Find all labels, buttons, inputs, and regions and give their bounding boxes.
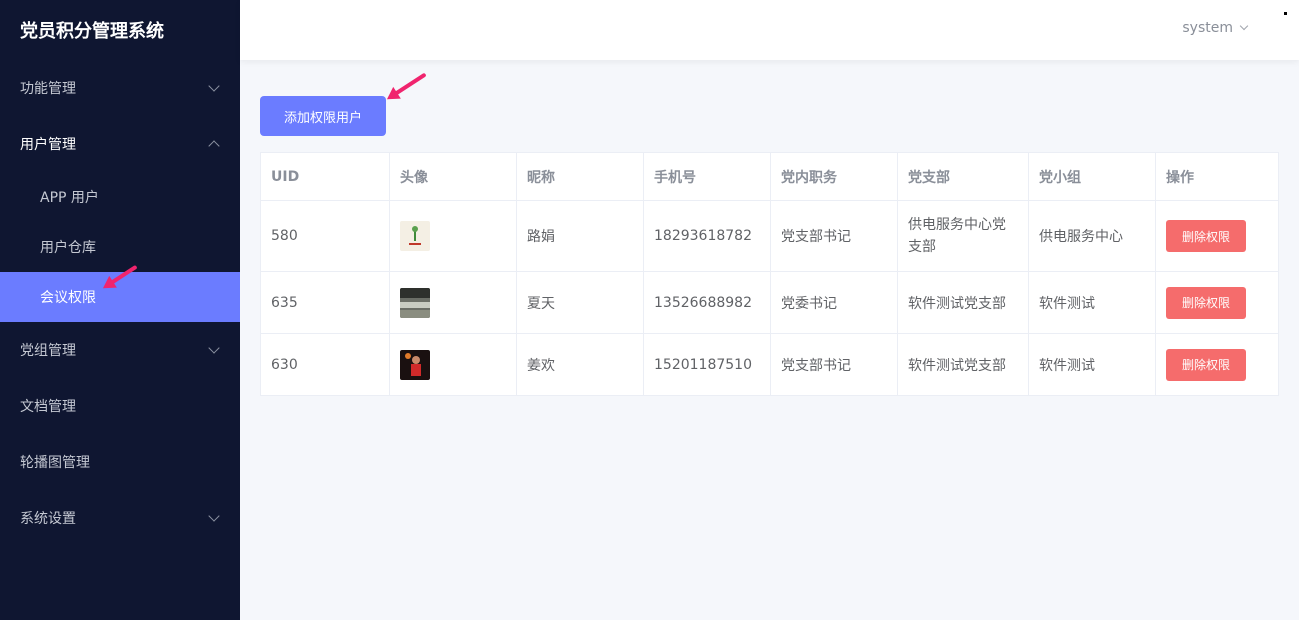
sidebar-subitem-label: 会议权限 <box>40 290 96 306</box>
column-header-phone: 手机号 <box>643 152 771 201</box>
sidebar-item-carousel-management[interactable]: 轮播图管理 <box>0 434 240 490</box>
cell-branch: 供电服务中心党支部 <box>897 200 1029 272</box>
sidebar: 党员积分管理系统 功能管理 用户管理 APP 用户 用户仓库 会议权限 党组管理… <box>0 0 240 620</box>
delete-permission-button[interactable]: 删除权限 <box>1166 348 1246 381</box>
column-header-group: 党小组 <box>1028 152 1156 201</box>
sidebar-subitem-label: APP 用户 <box>40 190 99 206</box>
sidebar-item-document-management[interactable]: 文档管理 <box>0 378 240 434</box>
cell-phone: 13526688982 <box>643 271 771 334</box>
avatar <box>400 349 430 380</box>
sidebar-item-user-management[interactable]: 用户管理 <box>0 116 240 172</box>
cell-uid: 635 <box>260 271 390 334</box>
chevron-down-icon <box>208 342 220 354</box>
add-permission-user-button[interactable]: 添加权限用户 <box>260 96 386 136</box>
app-title: 党员积分管理系统 <box>20 21 164 42</box>
column-header-uid: UID <box>260 152 390 201</box>
cell-nickname: 姜欢 <box>516 333 644 396</box>
sidebar-subitem-app-users[interactable]: APP 用户 <box>0 172 240 222</box>
chevron-down-icon <box>1239 21 1249 31</box>
avatar <box>400 221 430 251</box>
username: system <box>1182 20 1233 36</box>
permission-users-table: UID 头像 昵称 手机号 党内职务 党支部 党小组 操作 580 路娟 182… <box>260 152 1279 396</box>
delete-permission-button[interactable]: 删除权限 <box>1166 286 1246 319</box>
table-row: 630 姜欢 15201187510 党支部书记 软件测试党支部 软件测试 删除… <box>260 333 1279 396</box>
sidebar-item-party-group-management[interactable]: 党组管理 <box>0 322 240 378</box>
cell-group: 供电服务中心 <box>1028 200 1156 272</box>
cell-branch: 软件测试党支部 <box>897 333 1029 396</box>
cell-branch: 软件测试党支部 <box>897 271 1029 334</box>
cell-phone: 18293618782 <box>643 200 771 272</box>
cell-phone: 15201187510 <box>643 333 771 396</box>
chevron-down-icon <box>208 80 220 92</box>
sidebar-item-label: 文档管理 <box>20 399 76 415</box>
cell-avatar <box>389 271 517 334</box>
cell-action: 删除权限 <box>1155 333 1279 396</box>
branch-text: 供电服务中心党支部 <box>908 217 1006 255</box>
column-header-action: 操作 <box>1155 152 1279 201</box>
cell-uid: 630 <box>260 333 390 396</box>
cell-position: 党支部书记 <box>770 333 898 396</box>
cell-group: 软件测试 <box>1028 271 1156 334</box>
sidebar-item-label: 党组管理 <box>20 343 76 359</box>
table-row: 580 路娟 18293618782 党支部书记 供电服务中心党支部 供电服务中… <box>260 200 1279 272</box>
cell-avatar <box>389 200 517 272</box>
cell-uid: 580 <box>260 200 390 272</box>
avatar <box>400 287 430 318</box>
column-header-avatar: 头像 <box>389 152 517 201</box>
column-header-branch: 党支部 <box>897 152 1029 201</box>
sidebar-item-label: 系统设置 <box>20 511 76 527</box>
cell-action: 删除权限 <box>1155 271 1279 334</box>
delete-permission-button[interactable]: 删除权限 <box>1166 220 1246 252</box>
column-header-nickname: 昵称 <box>516 152 644 201</box>
chevron-down-icon <box>208 510 220 522</box>
user-dropdown[interactable]: system <box>1182 20 1249 36</box>
table-row: 635 夏天 13526688982 党委书记 软件测试党支部 软件测试 删除权… <box>260 271 1279 334</box>
chevron-up-icon <box>208 140 220 152</box>
annotation-arrow-icon <box>390 72 427 98</box>
top-header: system <box>240 0 1299 60</box>
sidebar-item-system-settings[interactable]: 系统设置 <box>0 490 240 546</box>
cell-group: 软件测试 <box>1028 333 1156 396</box>
sidebar-item-label: 轮播图管理 <box>20 455 90 471</box>
main-toolbar: 添加权限用户 <box>260 96 1279 136</box>
cell-nickname: 夏天 <box>516 271 644 334</box>
column-header-position: 党内职务 <box>770 152 898 201</box>
sidebar-subitem-label: 用户仓库 <box>40 240 96 256</box>
sidebar-item-label: 用户管理 <box>20 137 76 153</box>
table-header-row: UID 头像 昵称 手机号 党内职务 党支部 党小组 操作 <box>260 152 1279 201</box>
cell-position: 党支部书记 <box>770 200 898 272</box>
cell-action: 删除权限 <box>1155 200 1279 272</box>
cell-nickname: 路娟 <box>516 200 644 272</box>
sidebar-subitem-user-warehouse[interactable]: 用户仓库 <box>0 222 240 272</box>
sidebar-item-function-management[interactable]: 功能管理 <box>0 60 240 116</box>
cell-avatar <box>389 333 517 396</box>
cell-position: 党委书记 <box>770 271 898 334</box>
sidebar-item-label: 功能管理 <box>20 81 76 97</box>
corner-dot <box>1284 12 1287 15</box>
